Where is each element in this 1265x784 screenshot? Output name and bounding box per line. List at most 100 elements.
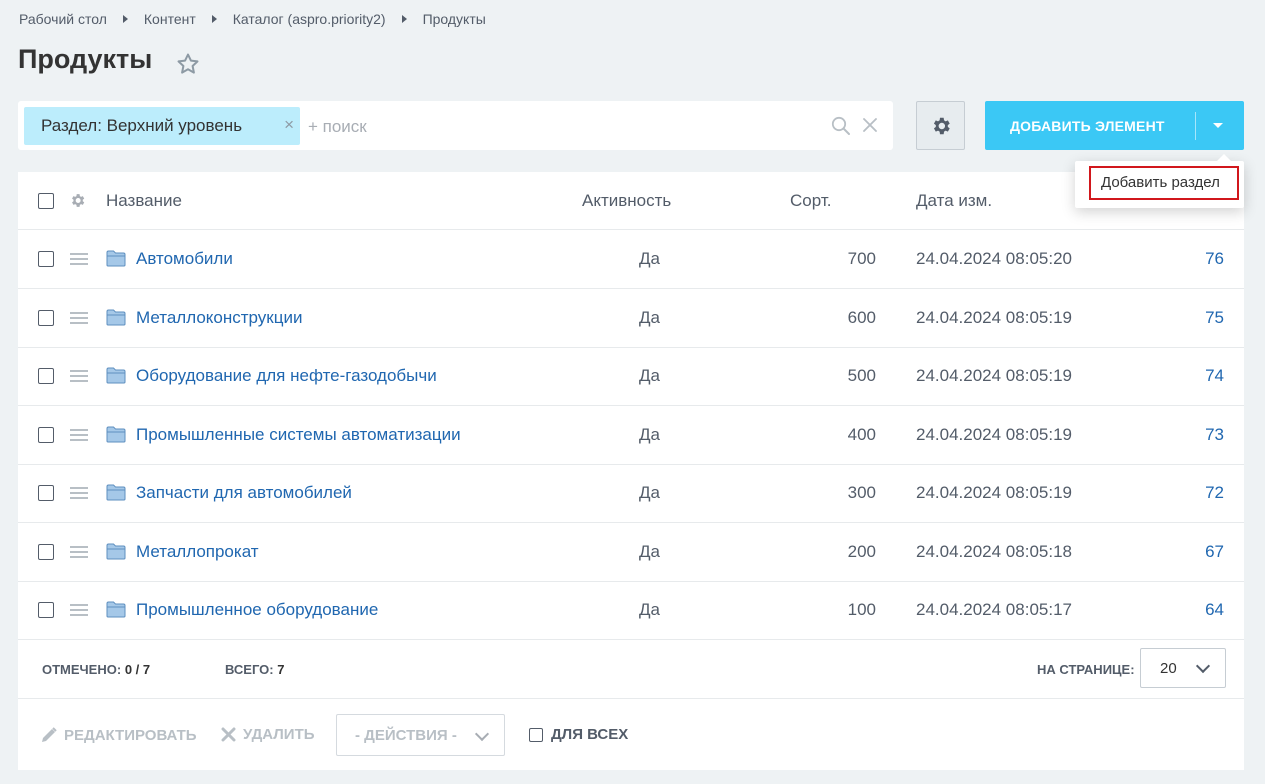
- search-input[interactable]: [306, 113, 810, 141]
- gear-icon[interactable]: [69, 192, 86, 214]
- row-sort: 600: [847, 307, 876, 327]
- breadcrumb-item-products[interactable]: Продукты: [423, 11, 486, 27]
- row-active: Да: [639, 249, 660, 268]
- row-checkbox[interactable]: [38, 426, 54, 443]
- for-all-toggle[interactable]: ДЛЯ ВСЕХ: [529, 726, 628, 743]
- column-header-sort[interactable]: Сорт.: [790, 191, 831, 211]
- row-name-link[interactable]: Металлоконструкции: [136, 308, 302, 328]
- row-sort: 100: [847, 600, 876, 619]
- chevron-down-icon[interactable]: [1213, 123, 1223, 128]
- add-section-menu-item[interactable]: Добавить раздел: [1089, 166, 1239, 200]
- select-all-checkbox[interactable]: [38, 193, 54, 209]
- row-sort: 300: [847, 483, 876, 502]
- row-id-link[interactable]: 64: [1205, 600, 1224, 620]
- search-icon[interactable]: [831, 116, 851, 141]
- add-element-button[interactable]: ДОБАВИТЬ ЭЛЕМЕНТ: [985, 101, 1244, 150]
- page-title: Продукты: [18, 44, 153, 74]
- drag-handle-icon[interactable]: [70, 486, 88, 505]
- pencil-icon: [42, 727, 57, 742]
- settings-button[interactable]: [916, 101, 965, 150]
- row-active: Да: [639, 424, 660, 444]
- add-dropdown-menu: Добавить раздел: [1075, 154, 1244, 208]
- checked-label: ОТМЕЧЕНО:: [42, 662, 122, 677]
- actions-bar: РЕДАКТИРОВАТЬ УДАЛИТЬ - ДЕЙСТВИЯ - ДЛЯ В…: [18, 699, 1244, 770]
- row-checkbox[interactable]: [38, 368, 54, 384]
- row-id-link[interactable]: 73: [1205, 425, 1224, 445]
- drag-handle-icon[interactable]: [70, 545, 88, 564]
- row-name-link[interactable]: Промышленное оборудование: [136, 600, 378, 620]
- checked-value: 0 / 7: [124, 662, 151, 677]
- for-all-label: ДЛЯ ВСЕХ: [551, 726, 629, 743]
- row-checkbox[interactable]: [38, 251, 54, 267]
- per-page-value: 20: [1160, 660, 1177, 677]
- row-date: 24.04.2024 08:05:19: [916, 307, 1072, 327]
- drag-handle-icon[interactable]: [70, 252, 88, 271]
- chevron-right-icon: [211, 15, 217, 23]
- breadcrumb: Рабочий стол Контент Каталог (aspro.prio…: [19, 11, 486, 27]
- drag-handle-icon[interactable]: [70, 428, 88, 447]
- drag-handle-icon[interactable]: [70, 311, 88, 330]
- delete-label: УДАЛИТЬ: [243, 726, 315, 743]
- row-checkbox[interactable]: [38, 485, 54, 501]
- row-id-link[interactable]: 67: [1205, 542, 1224, 562]
- button-divider: [1195, 112, 1196, 140]
- drag-handle-icon[interactable]: [70, 369, 88, 388]
- table-row[interactable]: Металлопрокат Да 200 24.04.2024 08:05:18…: [18, 523, 1244, 582]
- filter-tag[interactable]: Раздел: Верхний уровень ×: [24, 107, 300, 145]
- per-page-select[interactable]: 20: [1140, 648, 1226, 688]
- row-checkbox[interactable]: [38, 309, 54, 326]
- row-active: Да: [639, 366, 660, 385]
- actions-select[interactable]: - ДЕЙСТВИЯ -: [336, 714, 505, 756]
- table-row[interactable]: Промышленное оборудование Да 100 24.04.2…: [18, 581, 1244, 640]
- row-checkbox[interactable]: [38, 602, 54, 618]
- clear-search-icon[interactable]: [861, 116, 879, 139]
- row-name-link[interactable]: Автомобили: [136, 249, 233, 269]
- drag-handle-icon[interactable]: [70, 603, 88, 622]
- column-header-date[interactable]: Дата изм.: [916, 191, 992, 211]
- row-date: 24.04.2024 08:05:19: [916, 366, 1072, 385]
- breadcrumb-item-catalog[interactable]: Каталог (aspro.priority2): [233, 11, 386, 27]
- actions-select-value: - ДЕЙСТВИЯ -: [355, 727, 457, 744]
- folder-icon: [106, 426, 126, 448]
- row-id-link[interactable]: 72: [1205, 483, 1224, 503]
- folder-icon: [106, 601, 126, 623]
- add-element-label: ДОБАВИТЬ ЭЛЕМЕНТ: [1010, 118, 1165, 134]
- row-name-link[interactable]: Запчасти для автомобилей: [136, 483, 352, 503]
- folder-icon: [106, 484, 126, 506]
- breadcrumb-item-desktop[interactable]: Рабочий стол: [19, 11, 107, 27]
- edit-label: РЕДАКТИРОВАТЬ: [64, 726, 197, 744]
- row-name-link[interactable]: Металлопрокат: [136, 542, 259, 562]
- folder-icon: [106, 367, 126, 389]
- folder-icon: [106, 250, 126, 272]
- column-header-name[interactable]: Название: [106, 191, 182, 211]
- table-row[interactable]: Автомобили Да 700 24.04.2024 08:05:20 76: [18, 230, 1244, 289]
- row-name-link[interactable]: Промышленные системы автоматизации: [136, 425, 461, 445]
- row-name-link[interactable]: Оборудование для нефте-газодобычи: [136, 366, 437, 386]
- breadcrumb-item-content[interactable]: Контент: [144, 11, 196, 27]
- delete-button[interactable]: УДАЛИТЬ: [221, 726, 315, 743]
- table-row[interactable]: Оборудование для нефте-газодобычи Да 500…: [18, 347, 1244, 406]
- table-row[interactable]: Запчасти для автомобилей Да 300 24.04.20…: [18, 464, 1244, 523]
- folder-icon: [106, 309, 126, 331]
- row-sort: 200: [847, 541, 876, 561]
- column-header-active[interactable]: Активность: [582, 191, 671, 211]
- row-id-link[interactable]: 76: [1205, 249, 1224, 269]
- for-all-checkbox[interactable]: [529, 727, 543, 742]
- gear-icon: [933, 117, 950, 134]
- table-row[interactable]: Промышленные системы автоматизации Да 40…: [18, 406, 1244, 465]
- edit-button[interactable]: РЕДАКТИРОВАТЬ: [40, 726, 197, 744]
- row-active: Да: [639, 600, 660, 619]
- row-id-link[interactable]: 75: [1205, 308, 1224, 328]
- chevron-down-icon: [474, 726, 490, 742]
- row-id-link[interactable]: 74: [1205, 366, 1224, 386]
- total-value: 7: [277, 662, 285, 677]
- row-checkbox[interactable]: [38, 543, 54, 560]
- filter-search-box[interactable]: Раздел: Верхний уровень ×: [18, 101, 893, 150]
- grid-header: Название Активность Сорт. Дата изм.: [18, 172, 1244, 230]
- row-date: 24.04.2024 08:05:19: [916, 483, 1072, 502]
- star-icon[interactable]: [176, 52, 200, 81]
- close-icon[interactable]: ×: [284, 115, 294, 135]
- checked-count: ОТМЕЧЕНО: 0 / 7: [42, 662, 150, 677]
- row-date: 24.04.2024 08:05:20: [916, 249, 1072, 268]
- table-row[interactable]: Металлоконструкции Да 600 24.04.2024 08:…: [18, 289, 1244, 348]
